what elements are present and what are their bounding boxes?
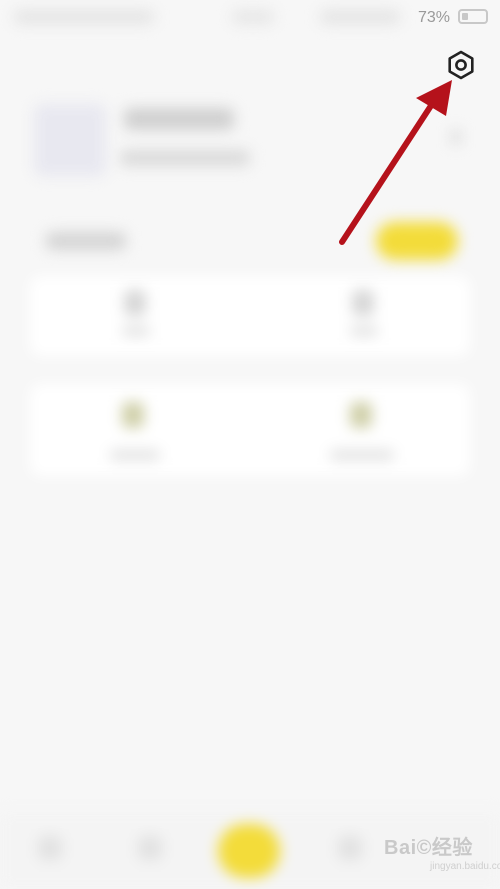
status-time: [232, 10, 274, 24]
settings-icon: [448, 50, 474, 80]
status-carrier: [14, 10, 154, 24]
nav-item-discover[interactable]: [138, 836, 162, 860]
chevron-right-icon[interactable]: [452, 130, 460, 144]
device-label: [350, 326, 378, 336]
nav-item-home[interactable]: [38, 836, 62, 860]
section-action-button[interactable]: [376, 222, 458, 260]
device-icon[interactable]: [350, 402, 372, 428]
profile-subtitle: [120, 150, 250, 166]
battery-percent: 73%: [418, 9, 451, 26]
status-signal: [320, 10, 400, 24]
nav-item-center[interactable]: [218, 824, 280, 878]
device-card-row-1: [30, 276, 470, 356]
app-screen: 73% Bai©经验 jingyan.baidu.com: [0, 0, 500, 889]
blurred-content: [0, 0, 500, 889]
device-label: [110, 450, 160, 460]
watermark-subtext: jingyan.baidu.com: [430, 861, 500, 872]
avatar[interactable]: [34, 104, 106, 176]
battery-fill: [462, 13, 468, 20]
device-label: [330, 450, 394, 460]
nav-item-messages[interactable]: [338, 836, 362, 860]
battery-icon: [458, 9, 488, 24]
watermark-logo: Bai©经验: [384, 837, 473, 859]
settings-button[interactable]: [444, 48, 478, 82]
profile-name: [124, 108, 234, 130]
device-label: [122, 326, 150, 336]
device-icon[interactable]: [122, 402, 144, 428]
device-icon[interactable]: [124, 290, 146, 316]
device-card-row-2: [30, 384, 470, 476]
section-title: [46, 232, 126, 250]
device-icon[interactable]: [352, 290, 374, 316]
